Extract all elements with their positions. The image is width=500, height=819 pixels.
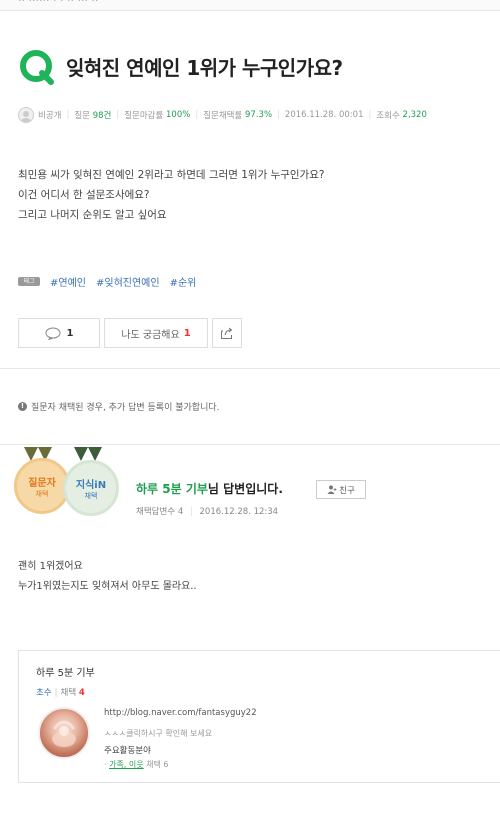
question-datetime: 2016.11.28. 00:01 [284,110,364,120]
question-body-line: 이건 어디서 한 설문조사에요? [18,189,150,201]
author-avatar-icon [18,107,34,123]
answerer-heading: 하루 5분 기부님 답변입니다. [136,480,283,497]
top-cut-bar: ·· ······ · · ·· ··· ·· [0,0,500,11]
question-meta: 비공개 | 질문 98건 | 질문마감률 100% | 질문채택률 97.3% … [18,106,427,124]
comment-count: 1 [66,327,74,339]
profile-image-icon [52,720,76,747]
profile-rank: 초수 [36,688,52,698]
badge-line: 채택 [35,489,49,498]
top-cut-text: ·· ······ · · ·· ··· ·· [18,0,99,7]
profile-name[interactable]: 하루 5분 기부 [36,664,95,679]
profile-description: ㅅㅅㅅ클릭하시구 확인해 보세요 [104,729,213,738]
profile-url-link[interactable]: http://blog.naver.com/fantasyguy22 [104,708,257,718]
comment-icon [45,327,61,340]
adopt-value: 97.3% [245,110,273,120]
curious-count: 1 [183,327,191,339]
badge-ribbon [88,447,102,461]
answer-meta: 채택답변수 4 | 2016.12.28. 12:34 [136,507,279,517]
profile-area-label: 주요활동분야 [104,746,151,756]
tag-list: 태그 #연예인 #잊혀진연예인 #순위 [18,274,196,289]
author-name[interactable]: 비공개 [38,109,61,121]
info-icon: ! [18,402,27,411]
tag-link[interactable]: #잊혀진연예인 [96,274,160,289]
curious-label: 나도 궁금해요 [121,329,180,341]
adopted-value: 4 [177,507,184,517]
questioner-adopt-badge: 질문자 채택 [14,458,70,514]
profile-field-adopt: 채택 6 [146,760,169,769]
adopted-label: 채택답변수 [136,507,176,517]
profile-field-row: · 가족, 이웃 채택 6 [104,760,169,769]
views-value: 2,320 [402,110,427,120]
share-icon [221,327,233,339]
curious-button[interactable]: 나도 궁금해요 1 [104,318,208,348]
kin-adopt-badge: 지식iN 채택 [63,460,119,516]
profile-adopt-count: 4 [78,688,85,698]
add-friend-button[interactable]: 친구 [316,480,366,499]
profile-field-link[interactable]: 가족, 이웃 [109,760,144,769]
deadline-label: 질문마감률 [124,111,164,121]
comment-button[interactable]: 1 [18,318,100,348]
person-plus-icon [327,485,337,494]
badge-line: 지식iN [75,479,107,491]
answerer-suffix: 님 답변입니다. [207,482,283,496]
section-divider [0,368,500,369]
question-body-line: 그리고 나머지 순위도 알고 싶어요 [18,209,167,221]
answer-date: 2016.12.28. 12:34 [199,507,279,517]
tag-link[interactable]: #순위 [170,274,197,289]
share-button[interactable] [212,318,242,348]
profile-adopt-label: 채택 [60,688,77,698]
profile-rank-row: 초수 | 채택 4 [36,688,85,698]
tag-link[interactable]: #연예인 [50,274,86,289]
question-body-line: 최민용 씨가 잊혀진 연예인 2위라고 하면데 그러면 1위가 누구인가요? [18,169,325,181]
badge-line: 채택 [84,491,98,500]
friend-label: 친구 [339,485,355,496]
questions-value: 98건 [92,111,112,121]
badge-line: 질문자 [28,477,56,489]
answerer-name[interactable]: 하루 5분 기부 [136,482,208,496]
views-label: 조회수 [376,111,400,121]
question-logo-icon [20,50,54,85]
adopt-label: 질문채택률 [203,111,243,121]
section-divider [0,444,500,445]
answer-body: 괜히 1위겠어요 누가1위였는지도 잊혀져서 아무도 몰라요.. [18,557,197,597]
profile-avatar[interactable] [38,707,90,759]
question-body: 최민용 씨가 잊혀진 연예인 2위라고 하면데 그러면 1위가 누구인가요? 이… [18,165,324,225]
notice-text-row: ! 질문자 채택된 경우, 추가 답변 등록이 불가합니다. [18,400,220,413]
answer-body-line: 누가1위였는지도 잊혀져서 아무도 몰라요.. [18,581,197,592]
answer-body-line: 괜히 1위겠어요 [18,561,83,572]
tag-icon: 태그 [18,277,40,286]
questions-label: 질문 [74,111,90,121]
badge-ribbon [74,447,88,461]
notice-text: 질문자 채택된 경우, 추가 답변 등록이 불가합니다. [31,403,220,413]
question-title: 잊혀진 연예인 1위가 누구인가요? [66,56,343,80]
deadline-value: 100% [166,110,191,120]
